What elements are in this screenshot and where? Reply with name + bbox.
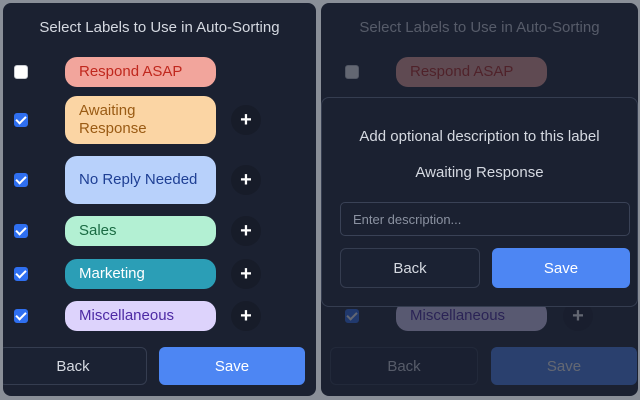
checkbox-marketing[interactable] (14, 267, 28, 281)
plus-icon: + (240, 168, 252, 191)
back-button-label: Back (387, 357, 421, 375)
label-row-sales: Sales + (3, 216, 316, 246)
add-description-button[interactable]: + (231, 259, 261, 289)
add-description-button[interactable]: + (231, 301, 261, 331)
add-description-button[interactable]: + (231, 165, 261, 195)
label-row-respond-asap: Respond ASAP (321, 56, 638, 88)
panel-title: Select Labels to Use in Auto-Sorting (359, 19, 600, 36)
label-pill-awaiting-response[interactable]: Awaiting Response (65, 96, 216, 144)
description-input[interactable] (340, 202, 630, 236)
label-pill-miscellaneous[interactable]: Miscellaneous (65, 301, 216, 331)
back-button[interactable]: Back (3, 347, 147, 385)
label-name: Respond ASAP (410, 63, 514, 80)
modal-save-button[interactable]: Save (492, 248, 630, 288)
checkbox-no-reply-needed[interactable] (14, 173, 28, 187)
modal-save-label: Save (543, 259, 579, 277)
label-name: Miscellaneous (410, 307, 506, 324)
plus-icon: + (572, 304, 584, 327)
label-row-awaiting-response: Awaiting Response + (3, 96, 316, 144)
label-pill-respond-asap: Respond ASAP (396, 57, 547, 87)
save-button-label: Save (214, 357, 250, 375)
checkbox-sales[interactable] (14, 224, 28, 238)
add-description-button[interactable]: + (231, 216, 261, 246)
save-button[interactable]: Save (159, 347, 305, 385)
label-name: Awaiting Response (79, 102, 147, 137)
label-row-no-reply-needed: No Reply Needed + (3, 156, 316, 204)
panel-title: Select Labels to Use in Auto-Sorting (39, 19, 280, 36)
label-name: Respond ASAP (79, 63, 183, 80)
label-pill-sales[interactable]: Sales (65, 216, 216, 246)
add-description-button[interactable]: + (231, 105, 261, 135)
modal-label-name: Awaiting Response (415, 164, 544, 181)
checkbox-awaiting-response[interactable] (14, 113, 28, 127)
plus-icon: + (240, 304, 252, 327)
label-name: Marketing (79, 265, 145, 282)
back-button-label: Back (56, 357, 90, 375)
save-button-label: Save (546, 357, 582, 375)
plus-icon: + (240, 219, 252, 242)
plus-icon: + (240, 262, 252, 285)
checkbox-miscellaneous (345, 309, 359, 323)
checkbox-miscellaneous[interactable] (14, 309, 28, 323)
description-modal: Add optional description to this label A… (321, 97, 638, 307)
back-button: Back (330, 347, 478, 385)
save-button: Save (491, 347, 637, 385)
checkbox-respond-asap[interactable] (14, 65, 28, 79)
description-overlay-panel: Select Labels to Use in Auto-Sorting Res… (321, 3, 638, 396)
label-row-miscellaneous: Miscellaneous + (3, 301, 316, 331)
label-row-respond-asap: Respond ASAP (3, 56, 316, 88)
label-picker-panel: Select Labels to Use in Auto-Sorting Res… (3, 3, 316, 396)
label-name: Sales (79, 222, 117, 239)
modal-back-button[interactable]: Back (340, 248, 480, 288)
label-name: Miscellaneous (79, 307, 175, 324)
label-row-marketing: Marketing + (3, 259, 316, 289)
plus-icon: + (240, 108, 252, 131)
label-pill-respond-asap[interactable]: Respond ASAP (65, 57, 216, 87)
modal-back-label: Back (393, 259, 427, 277)
label-pill-marketing[interactable]: Marketing (65, 259, 216, 289)
modal-title: Add optional description to this label (359, 128, 600, 145)
label-name: No Reply Needed (79, 171, 198, 188)
label-pill-no-reply-needed[interactable]: No Reply Needed (65, 156, 216, 204)
checkbox-respond-asap (345, 65, 359, 79)
